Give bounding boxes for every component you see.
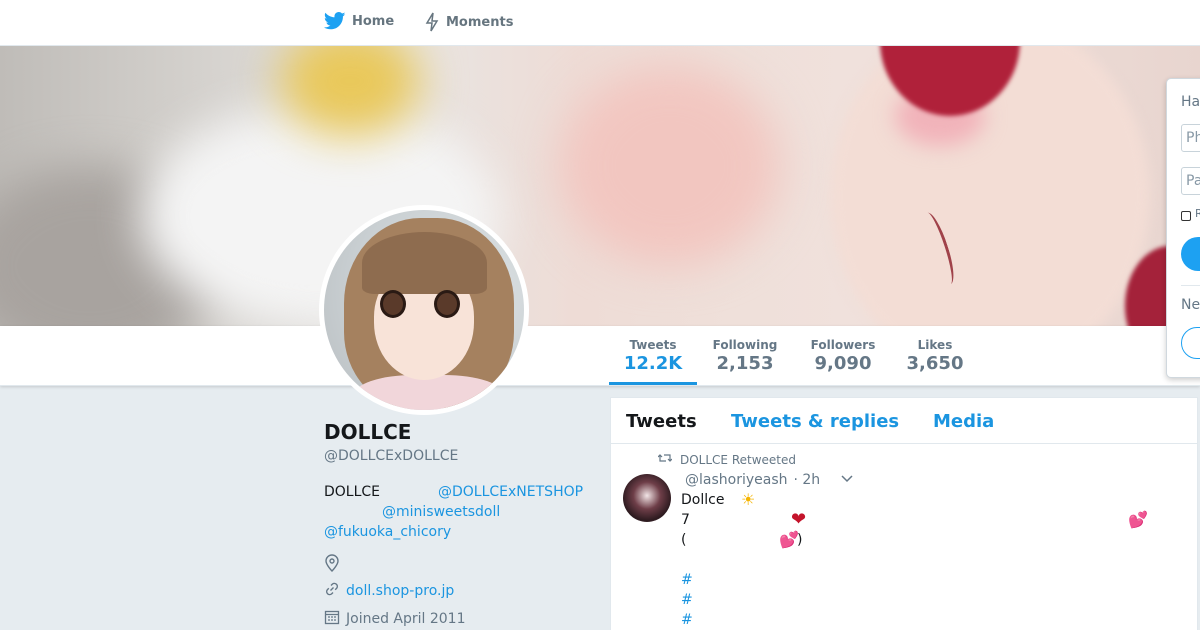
timeline-tabs: Tweets Tweets & replies Media: [611, 398, 1197, 444]
retweet-context: DOLLCE Retweeted: [657, 452, 796, 467]
profile-joined: Joined April 2011: [324, 609, 466, 629]
profile-banner-image: [0, 46, 1200, 326]
profile-sidebar: DOLLCE @DOLLCExDOLLCE DOLLCE @DOLLCExNET…: [324, 420, 604, 627]
profile-avatar[interactable]: [319, 205, 529, 415]
two-hearts-emoji-icon: 💕: [779, 530, 799, 549]
two-hearts-emoji-icon: 💕: [1128, 510, 1148, 529]
profile-handle[interactable]: @DOLLCExDOLLCE: [324, 448, 604, 464]
profile-nav-bar: Tweets 12.2K Following 2,153 Followers 9…: [0, 326, 1200, 386]
avatar-image: [324, 210, 524, 410]
bio-mention-link[interactable]: @fukuoka_chicory: [324, 522, 451, 542]
stat-value: 3,650: [906, 353, 964, 374]
profile-website: doll.shop-pro.jp: [324, 581, 454, 601]
tweet-text: Dollce ☀ 7 ❤ 💕 ( 💕 ) # # #: [681, 490, 1161, 630]
nav-moments-label: Moments: [446, 14, 514, 30]
chevron-down-icon[interactable]: [840, 472, 854, 488]
stat-value: 2,153: [716, 353, 774, 374]
stat-likes[interactable]: Likes 3,650: [898, 338, 972, 374]
divider: [1181, 285, 1200, 286]
password-input[interactable]: Pa: [1181, 167, 1200, 195]
tab-media[interactable]: Media: [933, 411, 994, 432]
hashtag-link[interactable]: #: [681, 592, 693, 608]
timeline: Tweets Tweets & replies Media DOLLCE Ret…: [610, 397, 1198, 630]
new-to-twitter-label: Ne: [1181, 297, 1200, 313]
stat-label: Tweets: [629, 338, 677, 352]
website-link[interactable]: doll.shop-pro.jp: [346, 583, 454, 599]
location-pin-icon: [324, 554, 340, 576]
profile-bio: DOLLCE @DOLLCExNETSHOP @minisweetsdoll @…: [324, 482, 604, 542]
login-dropdown: Ha Ph Pa R Ne: [1166, 78, 1200, 378]
link-icon: [324, 581, 340, 601]
tweet-line: 7: [681, 512, 690, 528]
stat-value: 12.2K: [623, 353, 683, 374]
top-navigation: Home Moments: [0, 0, 1200, 46]
stat-followers[interactable]: Followers 9,090: [802, 338, 884, 374]
tweet-line: ): [797, 532, 803, 548]
bio-mention-link[interactable]: @DOLLCExNETSHOP: [438, 482, 583, 502]
login-title: Ha: [1181, 94, 1200, 110]
joined-text: Joined April 2011: [346, 611, 466, 627]
nav-home-label: Home: [352, 13, 395, 29]
tweet-author-avatar[interactable]: [623, 474, 671, 522]
heart-emoji-icon: ❤: [791, 509, 807, 530]
sun-emoji-icon: ☀: [741, 490, 756, 509]
stat-tweets[interactable]: Tweets 12.2K: [609, 338, 697, 385]
tweet-header: @lashoriyeash · 2h: [685, 472, 854, 488]
stat-label: Likes: [917, 338, 953, 352]
tweet-timestamp[interactable]: · 2h: [794, 472, 821, 488]
tab-tweets-and-replies[interactable]: Tweets & replies: [731, 411, 899, 432]
lightning-icon: [424, 12, 440, 32]
stat-label: Following: [712, 338, 778, 352]
tweet-line: (: [681, 532, 687, 548]
log-in-button[interactable]: [1181, 237, 1200, 271]
stat-label: Followers: [810, 338, 876, 352]
remember-me-checkbox[interactable]: [1181, 211, 1191, 221]
bio-text: DOLLCE: [324, 484, 381, 500]
stat-following[interactable]: Following 2,153: [705, 338, 785, 374]
tweet-author-handle[interactable]: @lashoriyeash: [685, 472, 788, 488]
bird-icon: [324, 12, 346, 30]
sign-up-button[interactable]: [1181, 327, 1200, 359]
hashtag-link[interactable]: #: [681, 612, 693, 628]
profile-location: [324, 554, 346, 576]
phone-email-input[interactable]: Ph: [1181, 124, 1200, 152]
retweet-context-text[interactable]: DOLLCE Retweeted: [680, 453, 796, 467]
profile-name[interactable]: DOLLCE: [324, 420, 604, 444]
tweet-line: Dollce: [681, 492, 725, 508]
remember-me-label: R: [1195, 207, 1200, 220]
bio-mention-link[interactable]: @minisweetsdoll: [382, 502, 500, 522]
nav-home[interactable]: Home: [324, 12, 394, 30]
retweet-icon: [657, 452, 673, 467]
stat-value: 9,090: [814, 353, 872, 374]
tab-tweets[interactable]: Tweets: [626, 411, 697, 432]
calendar-icon: [324, 609, 340, 629]
nav-moments[interactable]: Moments: [424, 12, 513, 32]
hashtag-link[interactable]: #: [681, 572, 693, 588]
